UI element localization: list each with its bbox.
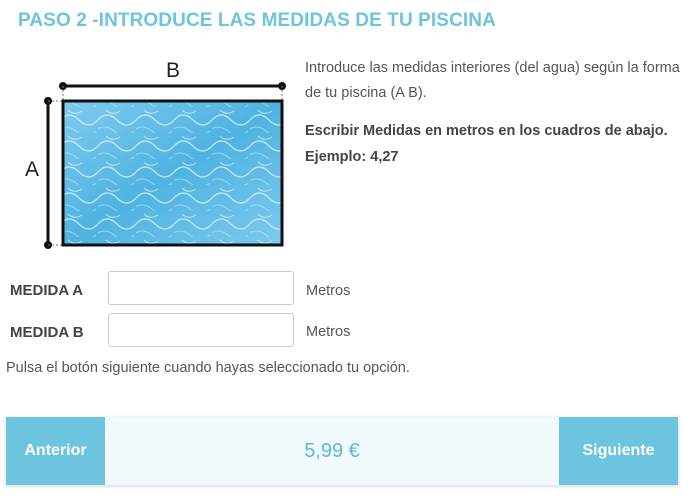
measure-b-input[interactable] — [108, 313, 294, 347]
page-title: PASO 2 -INTRODUCE LAS MEDIDAS DE TU PISC… — [18, 10, 496, 31]
label-a: A — [25, 158, 39, 181]
instructions-text: Introduce las medidas interiores (del ag… — [305, 60, 680, 101]
measure-a-unit: Metros — [306, 283, 351, 299]
pool-diagram: B A — [22, 55, 292, 255]
instructions-emphasis: Escribir Medidas en metros en los cuadro… — [305, 123, 668, 165]
measure-a-label: MEDIDA A — [10, 282, 84, 299]
measure-b-label: MEDIDA B — [10, 324, 84, 341]
pool-dimension-figure: B A — [25, 59, 286, 249]
previous-button[interactable]: Anterior — [6, 417, 105, 485]
footer-bar: Anterior 5,99 € Siguiente — [6, 417, 678, 485]
hint-text: Pulsa el botón siguiente cuando hayas se… — [6, 360, 410, 376]
price-display: 5,99 € — [304, 439, 360, 462]
label-b: B — [166, 59, 180, 82]
measure-b-unit: Metros — [306, 324, 351, 340]
measure-a-input[interactable] — [108, 271, 294, 305]
next-button[interactable]: Siguiente — [559, 417, 678, 485]
